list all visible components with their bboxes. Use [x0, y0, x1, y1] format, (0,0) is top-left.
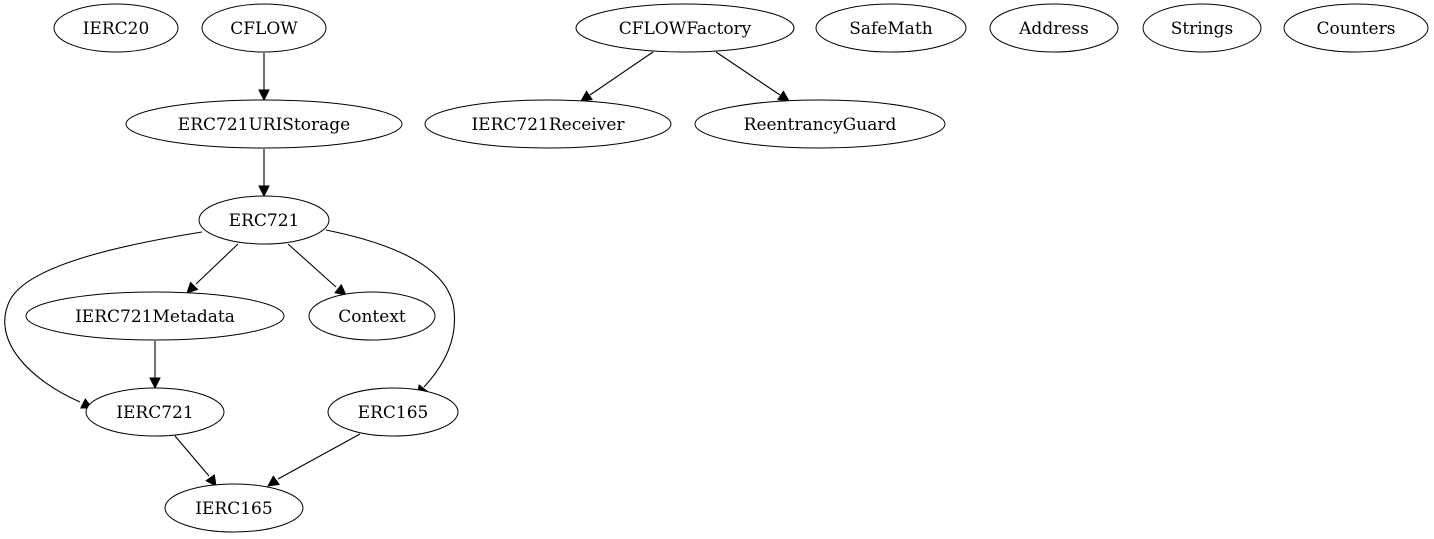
edge-cflowfactory-to-ierc721receiver [580, 51, 654, 102]
node-erc721uristorage[interactable]: ERC721URIStorage [125, 99, 403, 149]
arrowhead-icon [580, 90, 593, 102]
nodes-layer: IERC20 CFLOW ERC721URIStorage ERC721 IERC721… [25, 3, 1429, 533]
node-reentrancyguard[interactable]: ReentrancyGuard [694, 99, 946, 149]
arrowhead-icon [777, 90, 790, 102]
node-label: ERC721URIStorage [178, 115, 350, 135]
arrowhead-icon [258, 89, 270, 102]
edge-ierc721metadata-to-ierc721 [149, 341, 161, 390]
node-erc721[interactable]: ERC721 [198, 195, 330, 245]
edge-line [195, 243, 239, 285]
node-counters[interactable]: Counters [1283, 3, 1429, 53]
node-label: ReentrancyGuard [744, 115, 897, 135]
dependency-graph: IERC20 CFLOW ERC721URIStorage ERC721 IERC721… [4, 3, 1429, 533]
node-erc165[interactable]: ERC165 [327, 387, 459, 437]
node-ierc20[interactable]: IERC20 [53, 3, 179, 53]
node-cflow[interactable]: CFLOW [201, 3, 327, 53]
edge-erc721uristorage-to-erc721 [258, 149, 270, 198]
edge-cflowfactory-to-reentrancyguard [715, 51, 790, 102]
arrowhead-icon [334, 283, 347, 296]
edge-line [715, 51, 781, 96]
node-label: ERC721 [229, 211, 300, 231]
arrowhead-icon [149, 377, 161, 390]
edge-ierc721-to-ierc165 [174, 435, 217, 487]
node-label: IERC721Receiver [471, 115, 625, 135]
node-label: Strings [1171, 19, 1234, 39]
edge-line [174, 435, 210, 477]
edge-line [589, 51, 654, 96]
node-ierc721receiver[interactable]: IERC721Receiver [424, 99, 672, 149]
node-label: CFLOWFactory [619, 19, 752, 39]
node-label: SafeMath [849, 19, 933, 39]
edge-line [287, 243, 337, 288]
node-label: IERC721Metadata [75, 307, 235, 327]
node-label: IERC20 [83, 19, 150, 39]
edge-erc165-to-ierc165 [267, 433, 361, 487]
node-ierc721metadata[interactable]: IERC721Metadata [25, 291, 285, 341]
edge-erc721-to-ierc721metadata [186, 243, 239, 294]
edge-cflow-to-erc721uristorage [258, 53, 270, 102]
arrowhead-icon [267, 475, 280, 487]
node-ierc721[interactable]: IERC721 [85, 387, 225, 437]
node-label: ERC165 [358, 403, 429, 423]
node-address[interactable]: Address [989, 3, 1119, 53]
arrowhead-icon [258, 185, 270, 198]
node-context[interactable]: Context [308, 291, 436, 341]
node-label: CFLOW [230, 19, 298, 39]
node-label: Context [338, 307, 406, 327]
node-strings[interactable]: Strings [1142, 3, 1262, 53]
edge-line [277, 433, 361, 480]
arrowhead-icon [205, 474, 217, 487]
edge-erc721-to-context [287, 243, 347, 296]
node-safemath[interactable]: SafeMath [815, 3, 967, 53]
node-label: IERC165 [195, 499, 272, 519]
node-label: Address [1018, 19, 1089, 39]
node-cflowfactory[interactable]: CFLOWFactory [575, 3, 795, 53]
node-ierc165[interactable]: IERC165 [164, 483, 304, 533]
node-label: IERC721 [116, 403, 193, 423]
node-label: Counters [1317, 19, 1396, 39]
